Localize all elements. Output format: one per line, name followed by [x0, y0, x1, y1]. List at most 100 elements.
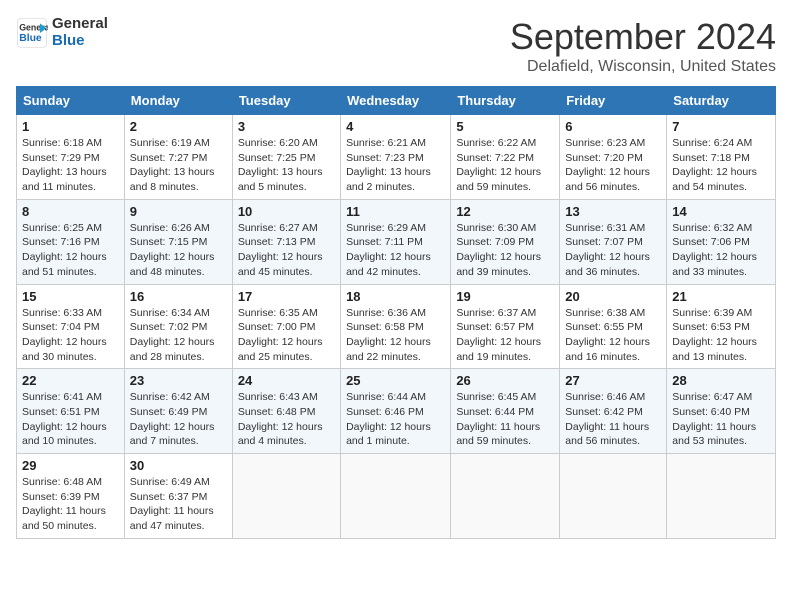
day-info: Sunrise: 6:18 AM Sunset: 7:29 PM Dayligh…: [22, 136, 119, 195]
weekday-header-thursday: Thursday: [451, 87, 560, 115]
calendar-day: 15 Sunrise: 6:33 AM Sunset: 7:04 PM Dayli…: [17, 284, 125, 369]
day-info: Sunrise: 6:22 AM Sunset: 7:22 PM Dayligh…: [456, 136, 554, 195]
day-info: Sunrise: 6:27 AM Sunset: 7:13 PM Dayligh…: [238, 221, 335, 280]
weekday-header-saturday: Saturday: [667, 87, 776, 115]
calendar-day: 23 Sunrise: 6:42 AM Sunset: 6:49 PM Dayli…: [124, 369, 232, 454]
day-number: 4: [346, 119, 445, 134]
calendar-day: 24 Sunrise: 6:43 AM Sunset: 6:48 PM Dayli…: [232, 369, 340, 454]
day-number: 25: [346, 373, 445, 388]
calendar-week-2: 8 Sunrise: 6:25 AM Sunset: 7:16 PM Daylig…: [17, 199, 776, 284]
calendar-day: 14Sunrise: 6:32 AM Sunset: 7:06 PM Dayli…: [667, 199, 776, 284]
calendar-day: 17 Sunrise: 6:35 AM Sunset: 7:00 PM Dayli…: [232, 284, 340, 369]
calendar-day: 19 Sunrise: 6:37 AM Sunset: 6:57 PM Dayli…: [451, 284, 560, 369]
calendar-day: 22 Sunrise: 6:41 AM Sunset: 6:51 PM Dayli…: [17, 369, 125, 454]
day-info: Sunrise: 6:46 AM Sunset: 6:42 PM Dayligh…: [565, 390, 661, 449]
calendar-day: 21 Sunrise: 6:39 AM Sunset: 6:53 PM Dayli…: [667, 284, 776, 369]
calendar-day: [560, 454, 667, 539]
calendar-day: 7 Sunrise: 6:24 AM Sunset: 7:18 PM Daylig…: [667, 115, 776, 200]
calendar-day: [451, 454, 560, 539]
day-info: Sunrise: 6:24 AM Sunset: 7:18 PM Dayligh…: [672, 136, 770, 195]
title-area: September 2024 Delafield, Wisconsin, Uni…: [510, 16, 776, 76]
calendar-day: 4 Sunrise: 6:21 AM Sunset: 7:23 PM Daylig…: [341, 115, 451, 200]
day-info: Sunrise: 6:29 AM Sunset: 7:11 PM Dayligh…: [346, 221, 445, 280]
calendar-week-1: 1Sunrise: 6:18 AM Sunset: 7:29 PM Daylig…: [17, 115, 776, 200]
day-number: 24: [238, 373, 335, 388]
calendar-day: [341, 454, 451, 539]
weekday-header-tuesday: Tuesday: [232, 87, 340, 115]
calendar-table: SundayMondayTuesdayWednesdayThursdayFrid…: [16, 86, 776, 539]
day-number: 6: [565, 119, 661, 134]
day-info: Sunrise: 6:25 AM Sunset: 7:16 PM Dayligh…: [22, 221, 119, 280]
day-info: Sunrise: 6:19 AM Sunset: 7:27 PM Dayligh…: [130, 136, 227, 195]
calendar-day: 25Sunrise: 6:44 AM Sunset: 6:46 PM Dayli…: [341, 369, 451, 454]
day-info: Sunrise: 6:23 AM Sunset: 7:20 PM Dayligh…: [565, 136, 661, 195]
logo-text: General Blue: [52, 16, 108, 49]
day-info: Sunrise: 6:21 AM Sunset: 7:23 PM Dayligh…: [346, 136, 445, 195]
calendar-week-4: 22 Sunrise: 6:41 AM Sunset: 6:51 PM Dayli…: [17, 369, 776, 454]
calendar-day: [667, 454, 776, 539]
weekday-header-monday: Monday: [124, 87, 232, 115]
day-info: Sunrise: 6:35 AM Sunset: 7:00 PM Dayligh…: [238, 306, 335, 365]
day-number: 18: [346, 289, 445, 304]
day-info: Sunrise: 6:20 AM Sunset: 7:25 PM Dayligh…: [238, 136, 335, 195]
day-number: 2: [130, 119, 227, 134]
day-number: 26: [456, 373, 554, 388]
day-number: 22: [22, 373, 119, 388]
svg-text:Blue: Blue: [19, 33, 42, 44]
day-info: Sunrise: 6:31 AM Sunset: 7:07 PM Dayligh…: [565, 221, 661, 280]
day-number: 17: [238, 289, 335, 304]
day-number: 15: [22, 289, 119, 304]
day-info: Sunrise: 6:49 AM Sunset: 6:37 PM Dayligh…: [130, 475, 227, 534]
day-info: Sunrise: 6:30 AM Sunset: 7:09 PM Dayligh…: [456, 221, 554, 280]
day-number: 19: [456, 289, 554, 304]
day-info: Sunrise: 6:42 AM Sunset: 6:49 PM Dayligh…: [130, 390, 227, 449]
day-number: 3: [238, 119, 335, 134]
calendar-day: 10 Sunrise: 6:27 AM Sunset: 7:13 PM Dayli…: [232, 199, 340, 284]
day-number: 5: [456, 119, 554, 134]
day-info: Sunrise: 6:38 AM Sunset: 6:55 PM Dayligh…: [565, 306, 661, 365]
calendar-day: 30 Sunrise: 6:49 AM Sunset: 6:37 PM Dayli…: [124, 454, 232, 539]
day-number: 12: [456, 204, 554, 219]
calendar-week-3: 15 Sunrise: 6:33 AM Sunset: 7:04 PM Dayli…: [17, 284, 776, 369]
day-number: 14: [672, 204, 770, 219]
day-number: 8: [22, 204, 119, 219]
calendar-day: 16Sunrise: 6:34 AM Sunset: 7:02 PM Dayli…: [124, 284, 232, 369]
day-info: Sunrise: 6:45 AM Sunset: 6:44 PM Dayligh…: [456, 390, 554, 449]
weekday-header-wednesday: Wednesday: [341, 87, 451, 115]
calendar-day: 13Sunrise: 6:31 AM Sunset: 7:07 PM Dayli…: [560, 199, 667, 284]
day-info: Sunrise: 6:33 AM Sunset: 7:04 PM Dayligh…: [22, 306, 119, 365]
day-info: Sunrise: 6:43 AM Sunset: 6:48 PM Dayligh…: [238, 390, 335, 449]
day-number: 10: [238, 204, 335, 219]
calendar-day: 1Sunrise: 6:18 AM Sunset: 7:29 PM Daylig…: [17, 115, 125, 200]
calendar-day: 9 Sunrise: 6:26 AM Sunset: 7:15 PM Daylig…: [124, 199, 232, 284]
day-info: Sunrise: 6:26 AM Sunset: 7:15 PM Dayligh…: [130, 221, 227, 280]
day-number: 7: [672, 119, 770, 134]
day-number: 30: [130, 458, 227, 473]
calendar-day: 20 Sunrise: 6:38 AM Sunset: 6:55 PM Dayli…: [560, 284, 667, 369]
day-number: 16: [130, 289, 227, 304]
day-number: 9: [130, 204, 227, 219]
calendar-day: 3 Sunrise: 6:20 AM Sunset: 7:25 PM Daylig…: [232, 115, 340, 200]
calendar-day: 8 Sunrise: 6:25 AM Sunset: 7:16 PM Daylig…: [17, 199, 125, 284]
day-number: 29: [22, 458, 119, 473]
day-info: Sunrise: 6:41 AM Sunset: 6:51 PM Dayligh…: [22, 390, 119, 449]
calendar-day: 5 Sunrise: 6:22 AM Sunset: 7:22 PM Daylig…: [451, 115, 560, 200]
calendar-day: 29Sunrise: 6:48 AM Sunset: 6:39 PM Dayli…: [17, 454, 125, 539]
day-info: Sunrise: 6:36 AM Sunset: 6:58 PM Dayligh…: [346, 306, 445, 365]
day-info: Sunrise: 6:37 AM Sunset: 6:57 PM Dayligh…: [456, 306, 554, 365]
weekday-header-sunday: Sunday: [17, 87, 125, 115]
weekday-header-friday: Friday: [560, 87, 667, 115]
calendar-day: 6 Sunrise: 6:23 AM Sunset: 7:20 PM Daylig…: [560, 115, 667, 200]
day-number: 11: [346, 204, 445, 219]
month-title: September 2024: [510, 16, 776, 58]
day-info: Sunrise: 6:39 AM Sunset: 6:53 PM Dayligh…: [672, 306, 770, 365]
calendar-week-5: 29Sunrise: 6:48 AM Sunset: 6:39 PM Dayli…: [17, 454, 776, 539]
day-number: 28: [672, 373, 770, 388]
calendar-day: 2 Sunrise: 6:19 AM Sunset: 7:27 PM Daylig…: [124, 115, 232, 200]
day-number: 27: [565, 373, 661, 388]
day-number: 20: [565, 289, 661, 304]
logo: General Blue General Blue: [16, 16, 108, 49]
day-number: 23: [130, 373, 227, 388]
header: General Blue General Blue September 2024…: [16, 16, 776, 76]
day-number: 21: [672, 289, 770, 304]
